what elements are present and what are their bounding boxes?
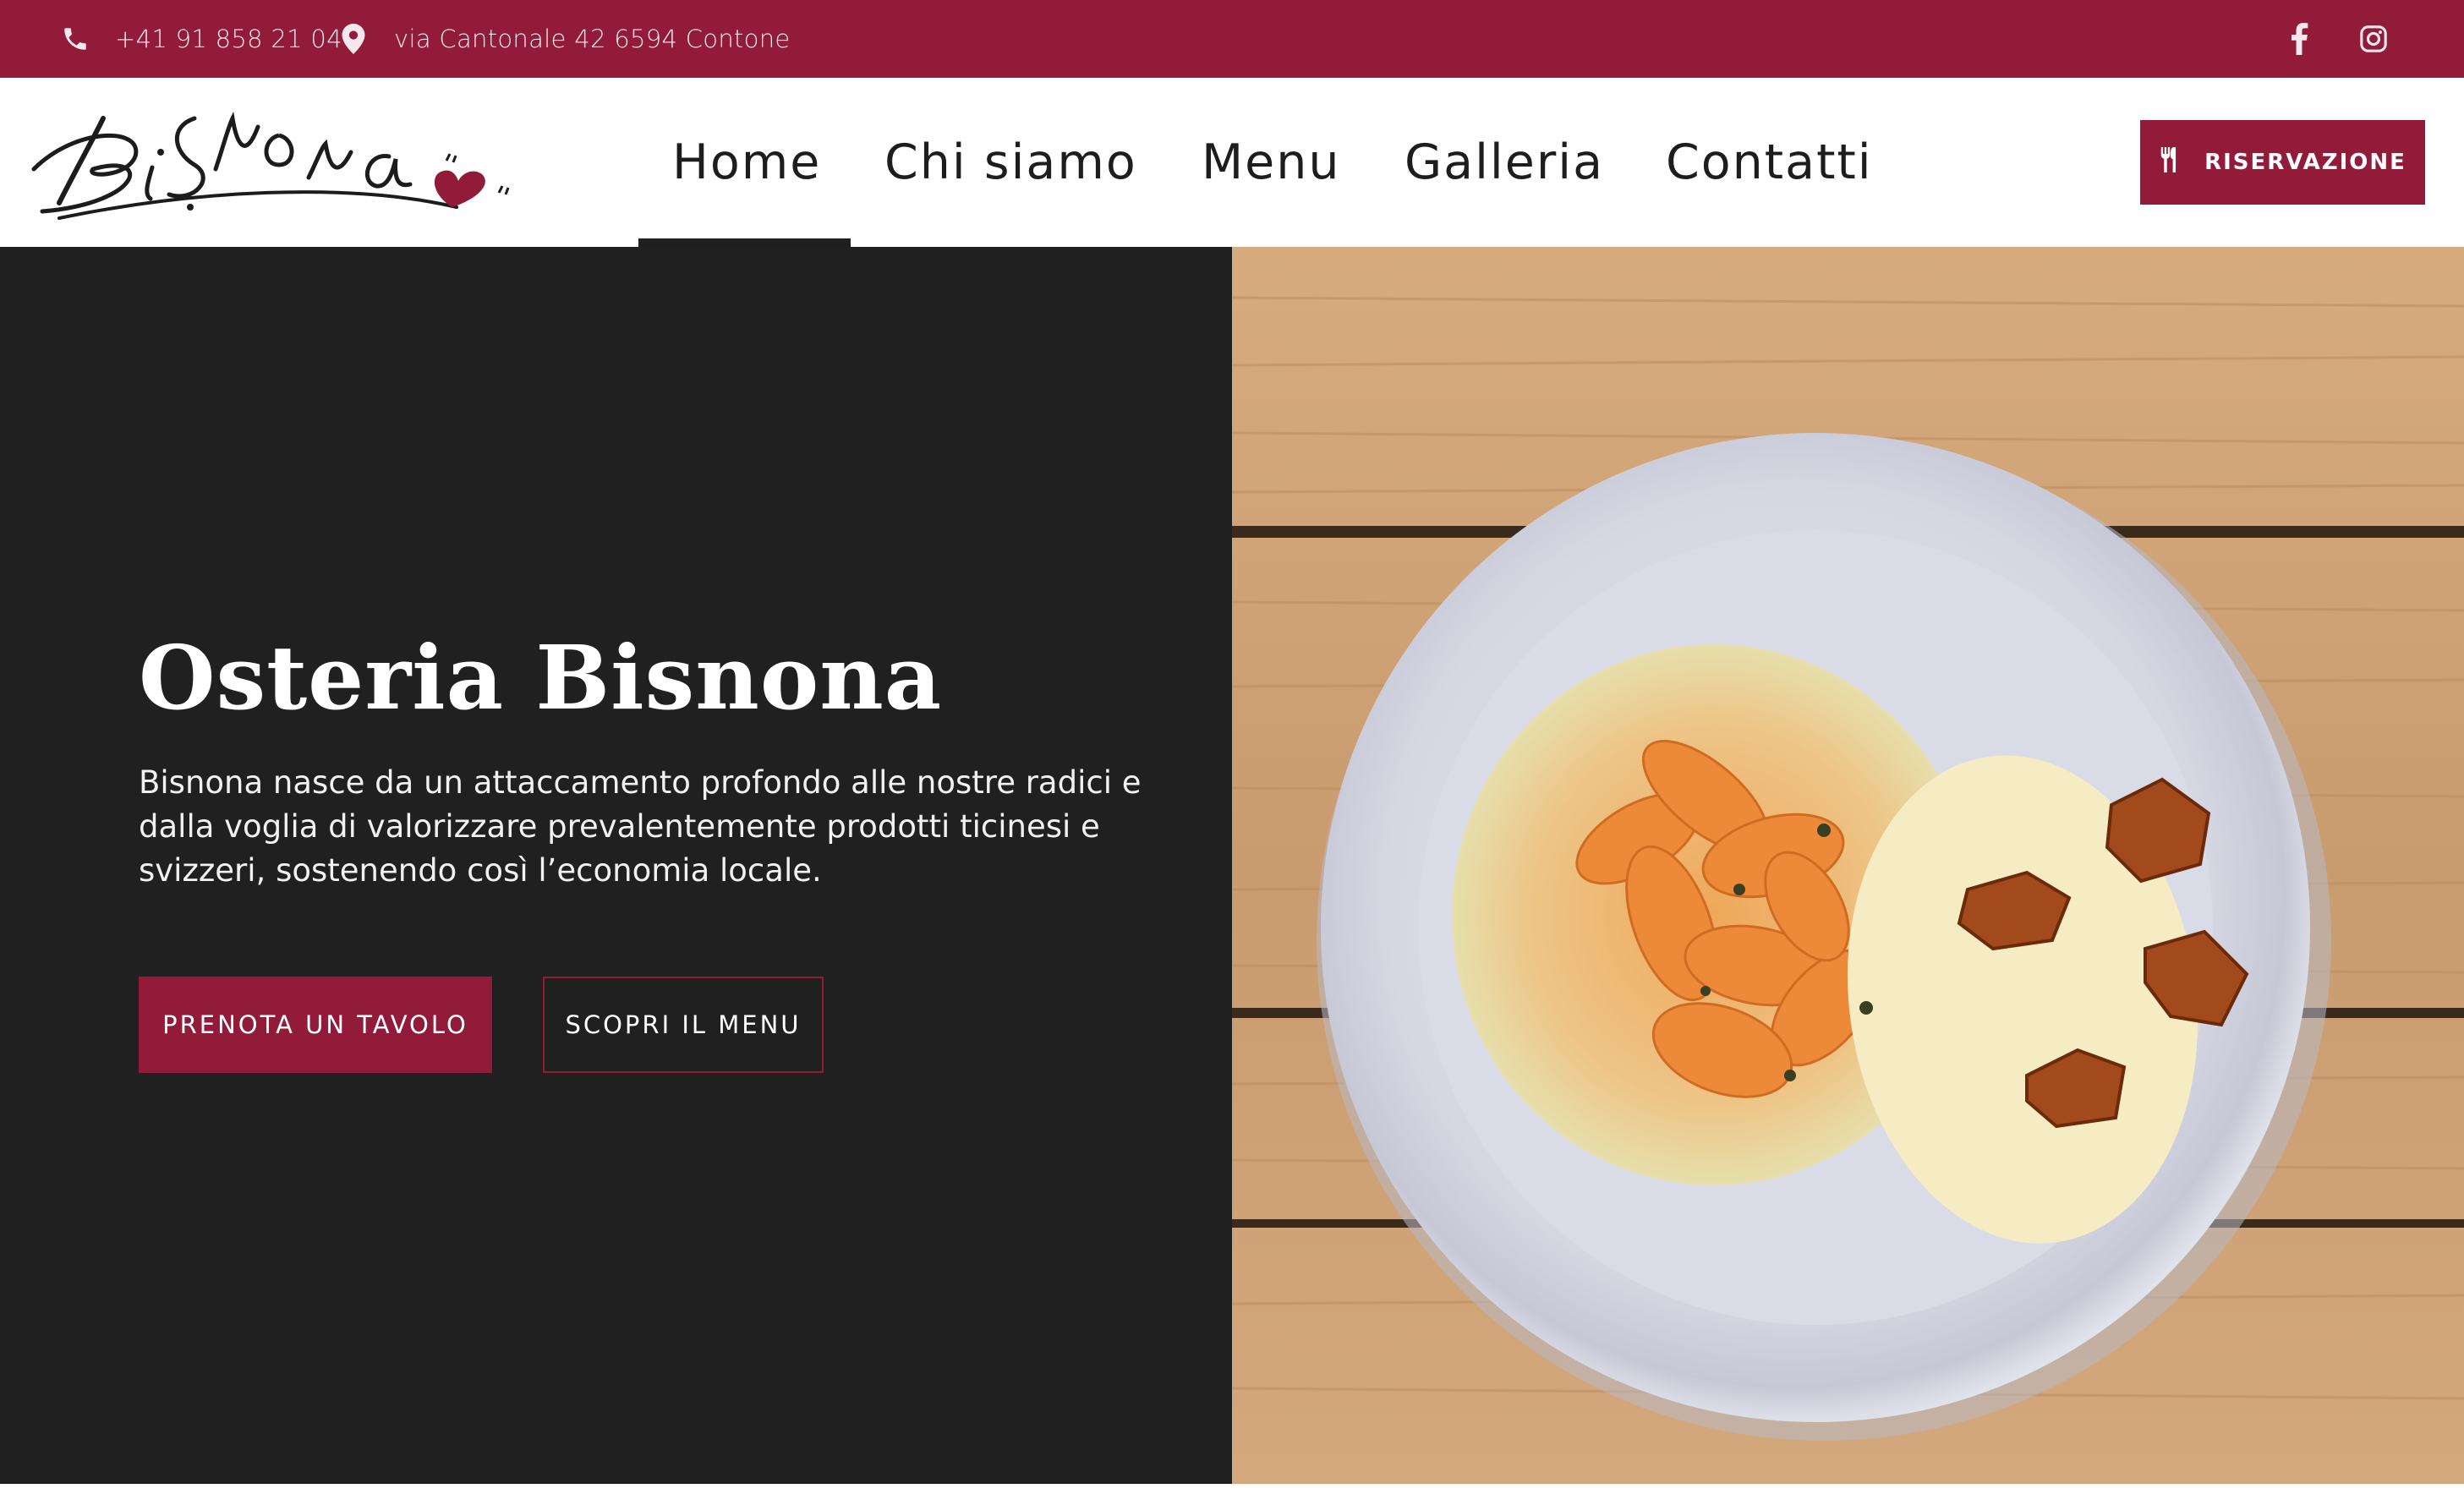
nav-chi-siamo[interactable]: Chi siamo bbox=[884, 78, 1137, 247]
instagram-icon[interactable] bbox=[2359, 0, 2388, 78]
address-text: via Cantonale 42 6594 Contone bbox=[394, 25, 791, 53]
top-contact-bar: +41 91 858 21 04 via Cantonale 42 6594 C… bbox=[0, 0, 2464, 78]
phone-icon bbox=[61, 25, 90, 53]
active-nav-indicator bbox=[638, 238, 851, 247]
nav-home[interactable]: Home bbox=[672, 78, 821, 247]
reservation-label: RISERVAZIONE bbox=[2204, 150, 2407, 175]
map-pin-icon bbox=[342, 24, 365, 54]
main-header: Home Chi siamo Menu Galleria Contatti bbox=[0, 78, 2464, 247]
address-link[interactable]: via Cantonale 42 6594 Contone bbox=[342, 0, 791, 78]
hero-description: Bisnona nasce da un attaccamento profond… bbox=[139, 764, 1142, 889]
utensils-icon bbox=[2159, 146, 2204, 178]
discover-menu-button[interactable]: SCOPRI IL MENU bbox=[543, 977, 824, 1073]
nav-galleria[interactable]: Galleria bbox=[1404, 78, 1604, 247]
phone-number: +41 91 858 21 04 bbox=[115, 25, 342, 53]
bisnona-logo[interactable] bbox=[25, 93, 524, 228]
hero-dish-photo bbox=[1231, 247, 2464, 1484]
reservation-button[interactable]: RISERVAZIONE bbox=[2140, 120, 2425, 205]
facebook-icon[interactable] bbox=[2290, 0, 2308, 78]
hero-title: Osteria Bisnona bbox=[139, 626, 943, 730]
book-table-button[interactable]: PRENOTA UN TAVOLO bbox=[139, 977, 492, 1073]
nav-menu[interactable]: Menu bbox=[1202, 78, 1341, 247]
phone-link[interactable]: +41 91 858 21 04 bbox=[61, 0, 342, 78]
nav-contatti[interactable]: Contatti bbox=[1666, 78, 1873, 247]
